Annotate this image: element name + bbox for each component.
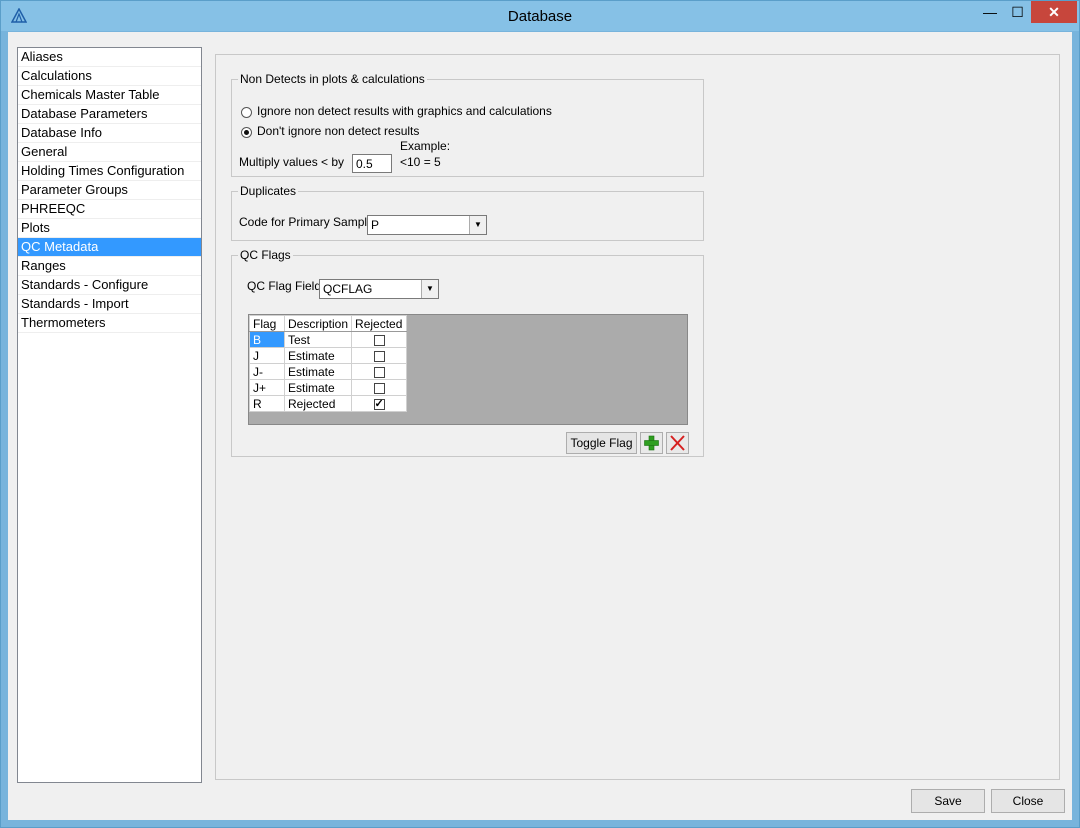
dont-ignore-non-detect-label[interactable]: Don't ignore non detect results xyxy=(257,124,419,138)
column-header-flag[interactable]: Flag xyxy=(249,315,285,332)
table-row[interactable]: J- Estimate xyxy=(249,363,408,380)
rejected-cell xyxy=(351,363,408,380)
qc-flags-legend: QC Flags xyxy=(240,248,291,262)
sidebar-item-holding-times-configuration[interactable]: Holding Times Configuration xyxy=(18,162,201,181)
sidebar-item-database-parameters[interactable]: Database Parameters xyxy=(18,105,201,124)
sidebar-item-qc-metadata[interactable]: QC Metadata xyxy=(18,238,201,257)
table-row[interactable]: B Test xyxy=(249,331,408,348)
example-value: <10 = 5 xyxy=(400,155,441,169)
toggle-flag-button[interactable]: Toggle Flag xyxy=(566,432,637,454)
table-row[interactable]: J Estimate xyxy=(249,347,408,364)
rejected-cell xyxy=(351,331,408,348)
save-button[interactable]: Save xyxy=(911,789,985,813)
sidebar-item-general[interactable]: General xyxy=(18,143,201,162)
maximize-button[interactable]: ☐ xyxy=(1004,1,1031,23)
description-cell[interactable]: Estimate xyxy=(283,363,353,380)
multiply-value-input[interactable] xyxy=(352,154,392,173)
table-row[interactable]: R Rejected xyxy=(249,395,408,412)
rejected-checkbox[interactable] xyxy=(373,350,385,362)
sidebar-item-ranges[interactable]: Ranges xyxy=(18,257,201,276)
description-cell[interactable]: Rejected xyxy=(283,395,353,412)
multiply-values-label: Multiply values < by xyxy=(239,155,345,169)
qc-flags-grid[interactable]: Flag Description Rejected B Test J Estimate… xyxy=(248,314,688,425)
primary-sample-value: P xyxy=(371,218,380,232)
rejected-cell xyxy=(351,347,408,364)
minimize-button[interactable]: — xyxy=(976,1,1004,23)
sidebar-item-plots[interactable]: Plots xyxy=(18,219,201,238)
x-icon xyxy=(670,435,685,451)
non-detects-legend: Non Detects in plots & calculations xyxy=(240,72,425,86)
flag-cell[interactable]: B xyxy=(249,331,285,348)
sidebar-item-calculations[interactable]: Calculations xyxy=(18,67,201,86)
rejected-checkbox[interactable] xyxy=(373,397,385,410)
sidebar-item-phreeqc[interactable]: PHREEQC xyxy=(18,200,201,219)
chevron-down-icon[interactable]: ▼ xyxy=(421,280,438,298)
rejected-checkbox[interactable] xyxy=(373,334,385,346)
qc-flag-field-combo[interactable]: QCFLAG ▼ xyxy=(319,279,439,299)
window-title: Database xyxy=(507,8,573,25)
close-button[interactable]: Close xyxy=(991,789,1065,813)
sidebar-item-aliases[interactable]: Aliases xyxy=(18,48,201,67)
delete-flag-button[interactable] xyxy=(666,432,689,454)
chevron-down-icon[interactable]: ▼ xyxy=(469,216,486,234)
qc-flag-field-label: QC Flag Field xyxy=(247,279,322,293)
title-bar[interactable]: Database — ☐ ✕ xyxy=(1,1,1079,31)
rejected-checkbox[interactable] xyxy=(373,382,385,394)
sidebar-item-parameter-groups[interactable]: Parameter Groups xyxy=(18,181,201,200)
sidebar-item-standards-configure[interactable]: Standards - Configure xyxy=(18,276,201,295)
qc-flag-field-value: QCFLAG xyxy=(323,282,373,296)
qc-flags-table[interactable]: Flag Description Rejected B Test J Estimate… xyxy=(249,315,408,412)
example-label: Example: xyxy=(400,139,451,153)
close-window-button[interactable]: ✕ xyxy=(1031,1,1077,23)
qc-flags-group: QC Flags QC Flag Field QCFLAG ▼ Flag Des… xyxy=(231,248,704,457)
column-header-description[interactable]: Description xyxy=(283,315,353,332)
non-detects-group: Non Detects in plots & calculations Igno… xyxy=(231,72,704,177)
plus-icon xyxy=(644,435,659,451)
rejected-checkbox[interactable] xyxy=(373,366,385,378)
sidebar-item-database-info[interactable]: Database Info xyxy=(18,124,201,143)
database-window: Database — ☐ ✕ Aliases Calculations Chemic… xyxy=(0,0,1080,828)
primary-sample-label: Code for Primary Sample xyxy=(239,215,374,229)
dialog-client-area: Aliases Calculations Chemicals Master Tabl… xyxy=(8,32,1072,820)
settings-category-list[interactable]: Aliases Calculations Chemicals Master Tabl… xyxy=(17,47,202,783)
description-cell[interactable]: Estimate xyxy=(283,379,353,396)
rejected-cell xyxy=(351,379,408,396)
duplicates-group: Duplicates Code for Primary Sample P ▼ xyxy=(231,184,704,241)
rejected-cell xyxy=(351,395,408,412)
sidebar-item-standards-import[interactable]: Standards - Import xyxy=(18,295,201,314)
table-row[interactable]: J+ Estimate xyxy=(249,379,408,396)
add-flag-button[interactable] xyxy=(640,432,663,454)
sidebar-item-thermometers[interactable]: Thermometers xyxy=(18,314,201,333)
flag-cell[interactable]: J+ xyxy=(249,379,285,396)
qc-metadata-panel: Non Detects in plots & calculations Igno… xyxy=(215,54,1060,780)
primary-sample-combo[interactable]: P ▼ xyxy=(367,215,487,235)
ignore-non-detect-radio[interactable] xyxy=(241,107,252,118)
column-header-rejected[interactable]: Rejected xyxy=(351,315,408,332)
flag-cell[interactable]: J xyxy=(249,347,285,364)
flag-cell[interactable]: J- xyxy=(249,363,285,380)
duplicates-legend: Duplicates xyxy=(240,184,297,198)
description-cell[interactable]: Test xyxy=(283,331,353,348)
description-cell[interactable]: Estimate xyxy=(283,347,353,364)
dont-ignore-non-detect-radio[interactable] xyxy=(241,127,252,138)
ignore-non-detect-label[interactable]: Ignore non detect results with graphics … xyxy=(257,104,552,118)
flag-cell[interactable]: R xyxy=(249,395,285,412)
sidebar-item-chemicals-master-table[interactable]: Chemicals Master Table xyxy=(18,86,201,105)
